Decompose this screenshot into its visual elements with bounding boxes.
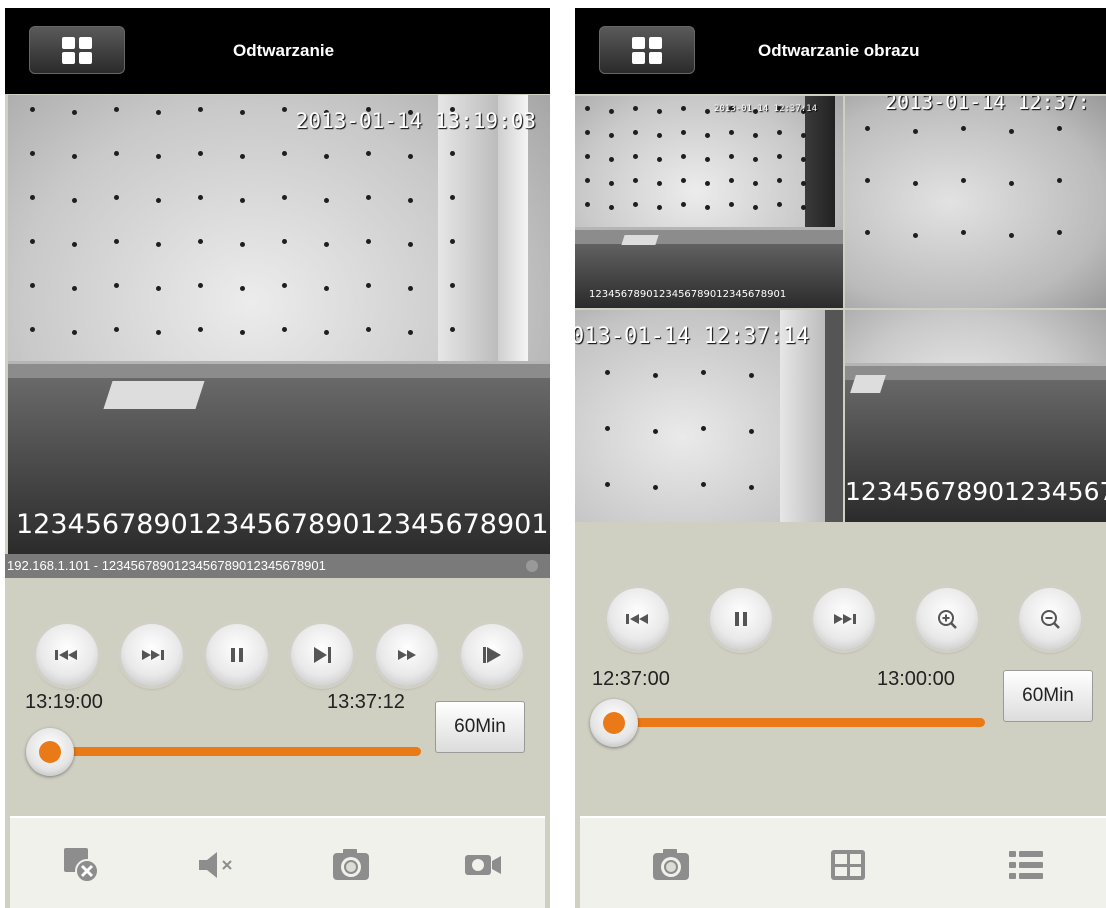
close-stream-button[interactable] (60, 844, 102, 886)
stream-info-bar: 192.168.1.101 - 123456789012345678901234… (5, 554, 550, 578)
layout-icon (831, 850, 865, 880)
close-stream-icon (64, 848, 99, 883)
tile-timestamp: 2013-01-14 12:37: (885, 96, 1090, 114)
status-indicator (526, 560, 538, 572)
start-time: 12:37:00 (592, 668, 670, 690)
video-timestamp: 2013-01-14 13:19:03 (295, 109, 536, 133)
page-title: Odtwarzanie obrazu (758, 41, 920, 60)
skip-forward-button[interactable] (121, 624, 183, 686)
tile-timestamp: 2013-01-14 12:37:14 (714, 104, 817, 114)
skip-back-icon (55, 650, 77, 660)
zoom-in-button[interactable] (916, 588, 978, 650)
single-playback-screen: Odtwarzanie 2013-01-14 13:19:03 12345678… (5, 8, 550, 908)
fast-forward-button[interactable] (376, 624, 438, 686)
grid-menu-icon (632, 37, 645, 49)
pause-icon (231, 648, 243, 662)
tile-channel-label: 1234567890123456789012345678901 (845, 477, 1106, 506)
snapshot-icon (333, 849, 369, 880)
step-forward-button[interactable] (291, 624, 353, 686)
record-button[interactable] (462, 844, 504, 886)
bottom-toolbar (580, 816, 1106, 908)
tile-timestamp: 013-01-14 12:37:14 (575, 324, 810, 349)
skip-back-button[interactable] (36, 624, 98, 686)
video-tile-1[interactable]: 2013-01-14 12:37:14 12345678901234567890… (575, 96, 843, 308)
header-bar: Odtwarzanie obrazu (575, 8, 1106, 94)
skip-forward-icon (834, 614, 856, 624)
snapshot-icon (653, 849, 689, 880)
stream-info-text: 192.168.1.101 - 123456789012345678901234… (7, 558, 326, 573)
pause-icon (735, 612, 747, 626)
skip-forward-icon (142, 650, 164, 660)
timeline-slider-handle[interactable] (590, 699, 638, 747)
mute-button[interactable] (195, 844, 237, 886)
time-range-button[interactable]: 60Min (435, 701, 525, 753)
fast-forward-icon (398, 650, 416, 660)
timeline-track[interactable] (41, 747, 421, 756)
timeline-slider-handle[interactable] (26, 728, 74, 776)
video-view[interactable]: 2013-01-14 13:19:03 12345678901234567890… (8, 95, 550, 554)
multi-playback-screen: Odtwarzanie obrazu 2013-01-14 12:37:14 1… (575, 8, 1106, 908)
zoom-out-icon (1041, 610, 1060, 629)
end-time: 13:00:00 (877, 668, 955, 690)
video-tile-2[interactable]: 2013-01-14 12:37: (845, 96, 1106, 308)
slow-play-button[interactable] (461, 624, 523, 686)
skip-back-icon (626, 614, 648, 624)
pause-button[interactable] (710, 588, 772, 650)
page-title: Odtwarzanie (233, 41, 335, 60)
header-bar: Odtwarzanie (5, 8, 550, 94)
end-time: 13:37:12 (327, 691, 405, 713)
skip-forward-button[interactable] (813, 588, 875, 650)
timeline-track[interactable] (605, 718, 985, 727)
slow-play-icon (483, 647, 501, 663)
tile-channel-label: 1234567890123456789012345678901 (589, 289, 787, 300)
zoom-in-icon (938, 610, 957, 629)
channel-label: 1234567890123456789012345678901 (16, 509, 549, 540)
pause-button[interactable] (206, 624, 268, 686)
snapshot-button[interactable] (650, 844, 692, 886)
list-button[interactable] (1005, 844, 1047, 886)
list-icon (1009, 851, 1043, 879)
bottom-toolbar (10, 816, 545, 908)
zoom-out-button[interactable] (1019, 588, 1081, 650)
time-range-button[interactable]: 60Min (1003, 670, 1093, 722)
record-icon (465, 855, 501, 875)
skip-back-button[interactable] (607, 588, 669, 650)
mute-icon (199, 852, 232, 878)
grid-menu-button[interactable] (29, 26, 125, 74)
grid-menu-button[interactable] (599, 26, 695, 74)
start-time: 13:19:00 (25, 691, 103, 713)
snapshot-button[interactable] (330, 844, 372, 886)
layout-button[interactable] (827, 844, 869, 886)
step-forward-icon (314, 647, 331, 663)
video-tile-3[interactable]: 013-01-14 12:37:14 (575, 310, 843, 522)
grid-menu-icon (62, 37, 75, 49)
video-tile-4[interactable]: 1234567890123456789012345678901 (845, 310, 1106, 522)
